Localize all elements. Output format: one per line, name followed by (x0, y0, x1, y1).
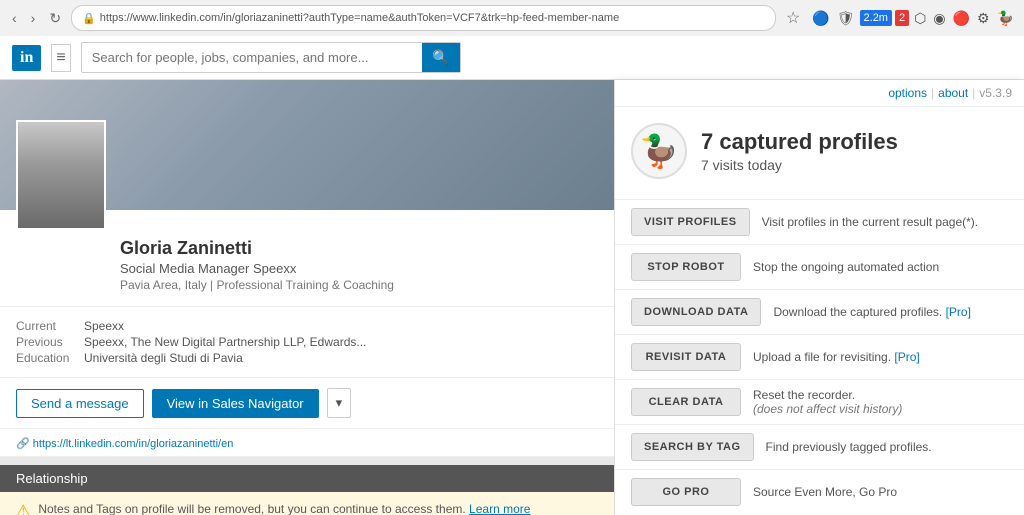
search-by-tag-row: SEARCH BY TAG Find previously tagged pro… (615, 424, 1024, 469)
ext-icon-1[interactable]: 🔵 (810, 8, 831, 29)
more-options-button[interactable]: ▾ (327, 388, 352, 418)
download-data-button[interactable]: DOWNLOAD DATA (631, 298, 761, 326)
ext-icon-8[interactable]: ⚙ (975, 8, 992, 29)
send-message-button[interactable]: Send a message (16, 389, 144, 418)
go-pro-desc: Source Even More, Go Pro (753, 485, 1008, 499)
profile-area: Gloria Zaninetti Social Media Manager Sp… (0, 80, 614, 515)
stop-robot-row: STOP ROBOT Stop the ongoing automated ac… (615, 244, 1024, 289)
dux-stats: 7 captured profiles 7 visits today (701, 129, 898, 173)
ext-icon-6[interactable]: ◉ (931, 8, 947, 29)
visit-profiles-row: VISIT PROFILES Visit profiles in the cur… (615, 199, 1024, 244)
profile-details: Current Speexx Previous Speexx, The New … (0, 307, 614, 378)
stop-robot-desc: Stop the ongoing automated action (753, 260, 1008, 274)
hamburger-menu[interactable]: ≡ (51, 44, 70, 72)
previous-row: Previous Speexx, The New Digital Partner… (16, 335, 598, 349)
previous-value: Speexx, The New Digital Partnership LLP,… (84, 335, 366, 349)
profile-url-bar: 🔗 https://lt.linkedin.com/in/gloriazanin… (0, 429, 614, 457)
ext-icon-5[interactable]: ⬡ (912, 8, 928, 29)
visits-today: 7 visits today (701, 157, 898, 173)
main-content: Gloria Zaninetti Social Media Manager Sp… (0, 80, 1024, 515)
revisit-data-row: REVISIT DATA Upload a file for revisitin… (615, 334, 1024, 379)
profile-title: Social Media Manager Speexx (120, 261, 598, 276)
revisit-pro-link[interactable]: [Pro] (894, 350, 919, 364)
ext-icon-3[interactable]: 2.2m (860, 10, 892, 26)
dux-top-bar: options | about | v5.3.9 (615, 80, 1024, 107)
dux-ext-icon[interactable]: 🦆 (995, 8, 1016, 29)
search-by-tag-button[interactable]: SEARCH BY TAG (631, 433, 754, 461)
download-data-desc: Download the captured profiles. [Pro] (773, 305, 1008, 319)
education-row: Education Università degli Studi di Pavi… (16, 351, 598, 365)
search-button[interactable]: 🔍 (422, 43, 459, 72)
ext-icon-7[interactable]: 🔴 (951, 8, 972, 29)
relationship-header: Relationship (0, 465, 614, 492)
bar-separator-2: | (972, 86, 975, 100)
version-text: v5.3.9 (979, 86, 1012, 100)
go-pro-row: GO PRO Source Even More, Go Pro (615, 469, 1024, 514)
profile-header-bg (0, 80, 614, 210)
visit-profiles-button[interactable]: VISIT PROFILES (631, 208, 750, 236)
linkedin-logo[interactable]: in (12, 45, 41, 71)
url-bar[interactable]: 🔒 https://www.linkedin.com/in/gloriazani… (71, 5, 776, 31)
current-row: Current Speexx (16, 319, 598, 333)
download-pro-link[interactable]: [Pro] (946, 305, 971, 319)
dux-header: 🦆 7 captured profiles 7 visits today (615, 107, 1024, 191)
view-sales-navigator-button[interactable]: View in Sales Navigator (152, 389, 319, 418)
dux-panel: options | about | v5.3.9 🦆 7 captured pr… (614, 80, 1024, 515)
options-link[interactable]: options (888, 86, 927, 100)
profile-actions: Send a message View in Sales Navigator ▾ (0, 378, 614, 429)
previous-label: Previous (16, 335, 76, 349)
captured-count: 7 captured profiles (701, 129, 898, 155)
back-button[interactable]: ‹ (8, 8, 21, 28)
search-by-tag-desc: Find previously tagged profiles. (766, 440, 1008, 454)
profile-photo (16, 120, 106, 230)
search-input[interactable] (82, 44, 423, 71)
notice-text: Notes and Tags on profile will be remove… (38, 502, 530, 515)
browser-bar: ‹ › ↻ 🔒 https://www.linkedin.com/in/glor… (0, 0, 1024, 36)
forward-button[interactable]: › (27, 8, 40, 28)
learn-more-link[interactable]: Learn more (469, 502, 530, 515)
revisit-data-desc: Upload a file for revisiting. [Pro] (753, 350, 1008, 364)
clear-data-desc: Reset the recorder.(does not affect visi… (753, 388, 1008, 416)
relationship-notice: ⚠ Notes and Tags on profile will be remo… (0, 492, 614, 515)
ext-icon-4[interactable]: 2 (895, 10, 909, 26)
linkedin-header: in ≡ 🔍 (0, 36, 1024, 80)
bookmark-icon[interactable]: ☆ (782, 6, 804, 30)
extension-icons: 🔵 🛡 2.2m 2 ⬡ ◉ 🔴 ⚙ 🦆 (810, 8, 1016, 29)
download-data-row: DOWNLOAD DATA Download the captured prof… (615, 289, 1024, 334)
warning-icon: ⚠ (16, 501, 30, 515)
revisit-data-button[interactable]: REVISIT DATA (631, 343, 741, 371)
visit-profiles-desc: Visit profiles in the current result pag… (762, 215, 1008, 229)
browser-chrome: ‹ › ↻ 🔒 https://www.linkedin.com/in/glor… (0, 0, 1024, 36)
profile-name: Gloria Zaninetti (120, 238, 598, 259)
relationship-section: Relationship ⚠ Notes and Tags on profile… (0, 465, 614, 515)
refresh-button[interactable]: ↻ (45, 8, 65, 29)
photo-silhouette (18, 122, 104, 228)
education-value: Università degli Studi di Pavia (84, 351, 243, 365)
current-label: Current (16, 319, 76, 333)
bar-separator-1: | (931, 86, 934, 100)
profile-card: Gloria Zaninetti Social Media Manager Sp… (0, 80, 614, 457)
clear-data-row: CLEAR DATA Reset the recorder.(does not … (615, 379, 1024, 424)
go-pro-button[interactable]: GO PRO (631, 478, 741, 506)
stop-robot-button[interactable]: STOP ROBOT (631, 253, 741, 281)
ext-icon-2[interactable]: 🛡 (835, 8, 857, 29)
dux-actions: VISIT PROFILES Visit profiles in the cur… (615, 191, 1024, 515)
lock-icon: 🔒 (82, 12, 96, 25)
dux-logo: 🦆 (631, 123, 687, 179)
clear-data-button[interactable]: CLEAR DATA (631, 388, 741, 416)
url-text: https://www.linkedin.com/in/gloriazanine… (100, 12, 765, 24)
current-value: Speexx (84, 319, 124, 333)
about-link[interactable]: about (938, 86, 968, 100)
search-bar: 🔍 (81, 42, 461, 73)
profile-location: Pavia Area, Italy | Professional Trainin… (120, 278, 598, 292)
dux-logo-icon: 🦆 (639, 132, 679, 170)
profile-url-link[interactable]: https://lt.linkedin.com/in/gloriazaninet… (33, 438, 234, 450)
education-label: Education (16, 351, 76, 365)
